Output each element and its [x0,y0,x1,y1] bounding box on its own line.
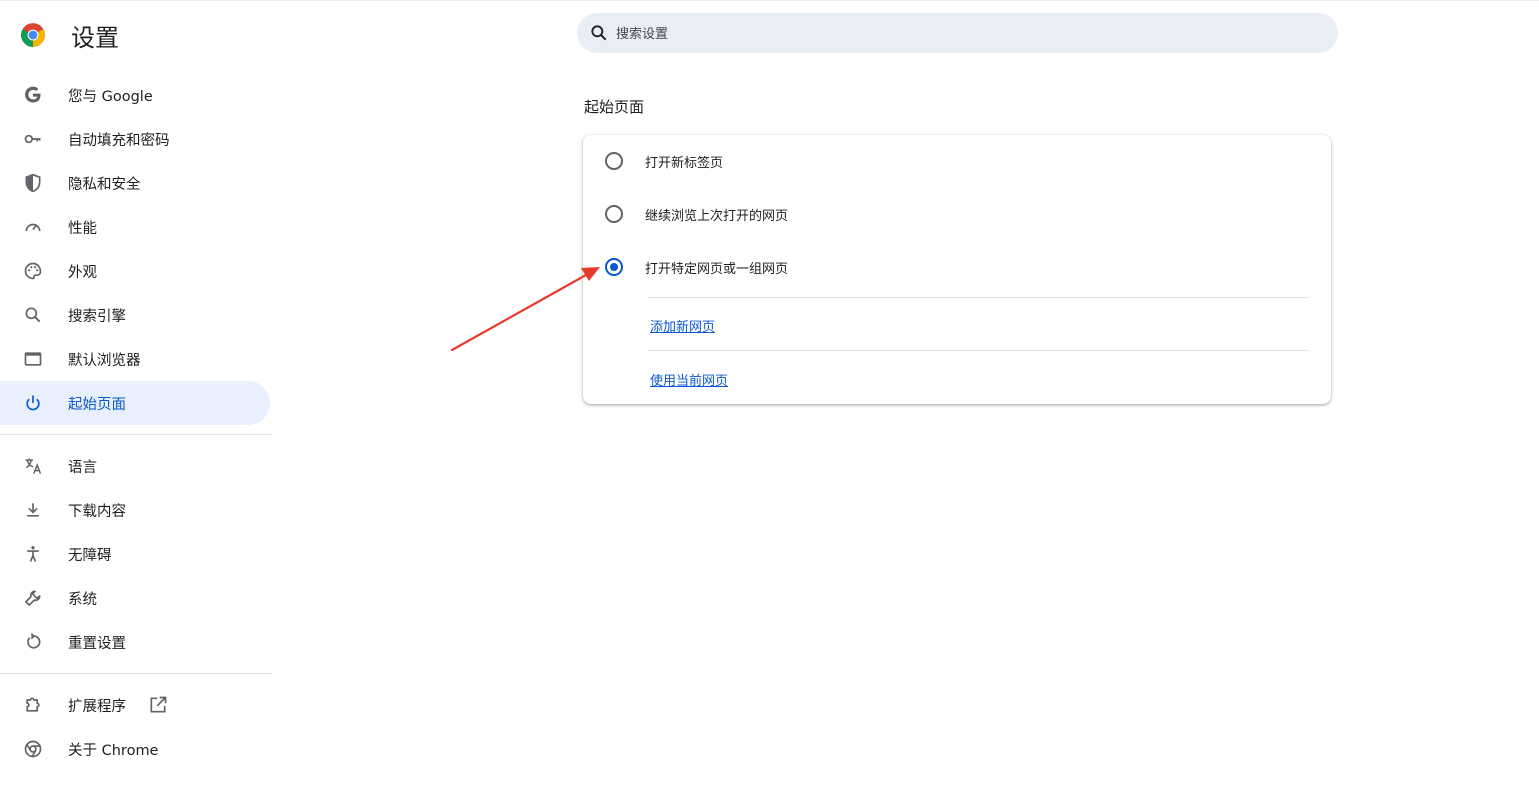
power-icon [22,392,44,414]
chrome-icon [22,738,44,760]
sidebar-item-extensions[interactable]: 扩展程序 [0,683,270,727]
sidebar-item-label: 无障碍 [68,547,112,564]
key-icon [22,128,44,150]
translate-icon [22,455,44,477]
download-icon [22,499,44,521]
radio-option-specific-pages[interactable]: 打开特定网页或一组网页 [583,241,1331,293]
sidebar-item-label: 搜索引擎 [68,308,126,325]
browser-window-icon [22,348,44,370]
header: 设置 [20,18,119,52]
row-divider [648,297,1309,298]
startup-options-card: 打开新标签页 继续浏览上次打开的网页 打开特定网页或一组网页 添加新网页 使用当… [583,135,1331,404]
search-icon [22,304,44,326]
radio-button[interactable] [605,152,623,170]
shield-icon [22,172,44,194]
puzzle-icon [22,694,44,716]
sidebar-divider [0,673,272,674]
sidebar-item-label: 外观 [68,264,97,281]
row-divider [648,350,1309,351]
sidebar-item-label: 性能 [68,220,97,237]
sidebar-item-label: 下载内容 [68,503,126,520]
sidebar: 设置 您与 Google 自动填充和密码 隐私和安全 性能 外观 搜索引擎 默认… [0,0,272,794]
sidebar-item-system[interactable]: 系统 [0,576,270,620]
search-bar[interactable] [577,13,1338,55]
use-current-pages-link[interactable]: 使用当前网页 [650,370,728,389]
google-icon [22,84,44,106]
sidebar-item-label: 扩展程序 [68,698,126,715]
sidebar-item-you-and-google[interactable]: 您与 Google [0,73,270,117]
sidebar-item-on-startup[interactable]: 起始页面 [0,381,270,425]
sidebar-item-label: 默认浏览器 [68,352,141,369]
search-icon [591,25,607,41]
accessibility-icon [22,543,44,565]
sidebar-item-label: 语言 [68,459,97,476]
sidebar-item-downloads[interactable]: 下载内容 [0,488,270,532]
sidebar-item-label: 您与 Google [68,88,153,105]
radio-label: 打开新标签页 [645,156,724,171]
sidebar-item-default-browser[interactable]: 默认浏览器 [0,337,270,381]
palette-icon [22,260,44,282]
sidebar-item-privacy[interactable]: 隐私和安全 [0,161,270,205]
sidebar-item-autofill[interactable]: 自动填充和密码 [0,117,270,161]
section-title: 起始页面 [584,98,645,116]
sidebar-item-label: 系统 [68,591,97,608]
speedometer-icon [22,216,44,238]
open-in-new-icon [150,696,167,713]
sidebar-item-label: 隐私和安全 [68,176,141,193]
sidebar-item-search-engine[interactable]: 搜索引擎 [0,293,270,337]
page-title: 设置 [71,23,119,52]
wrench-icon [22,587,44,609]
sidebar-item-languages[interactable]: 语言 [0,444,270,488]
add-new-page-link[interactable]: 添加新网页 [650,316,715,335]
radio-button-checked[interactable] [605,258,623,276]
sidebar-item-appearance[interactable]: 外观 [0,249,270,293]
reset-icon [22,631,44,653]
sidebar-item-accessibility[interactable]: 无障碍 [0,532,270,576]
search-input[interactable] [614,13,1318,55]
radio-label: 继续浏览上次打开的网页 [645,209,789,224]
sidebar-item-label: 关于 Chrome [68,742,159,759]
sidebar-nav: 您与 Google 自动填充和密码 隐私和安全 性能 外观 搜索引擎 默认浏览器… [0,73,272,771]
chrome-logo-icon [21,23,45,47]
sidebar-item-label: 自动填充和密码 [68,132,170,149]
sidebar-item-about-chrome[interactable]: 关于 Chrome [0,727,270,771]
radio-label: 打开特定网页或一组网页 [645,262,789,277]
radio-option-new-tab[interactable]: 打开新标签页 [583,135,1331,187]
sidebar-item-performance[interactable]: 性能 [0,205,270,249]
radio-button[interactable] [605,205,623,223]
radio-option-continue[interactable]: 继续浏览上次打开的网页 [583,188,1331,240]
sidebar-item-label: 起始页面 [68,396,126,413]
sidebar-item-reset[interactable]: 重置设置 [0,620,270,664]
sidebar-item-label: 重置设置 [68,635,126,652]
sidebar-divider [0,434,272,435]
